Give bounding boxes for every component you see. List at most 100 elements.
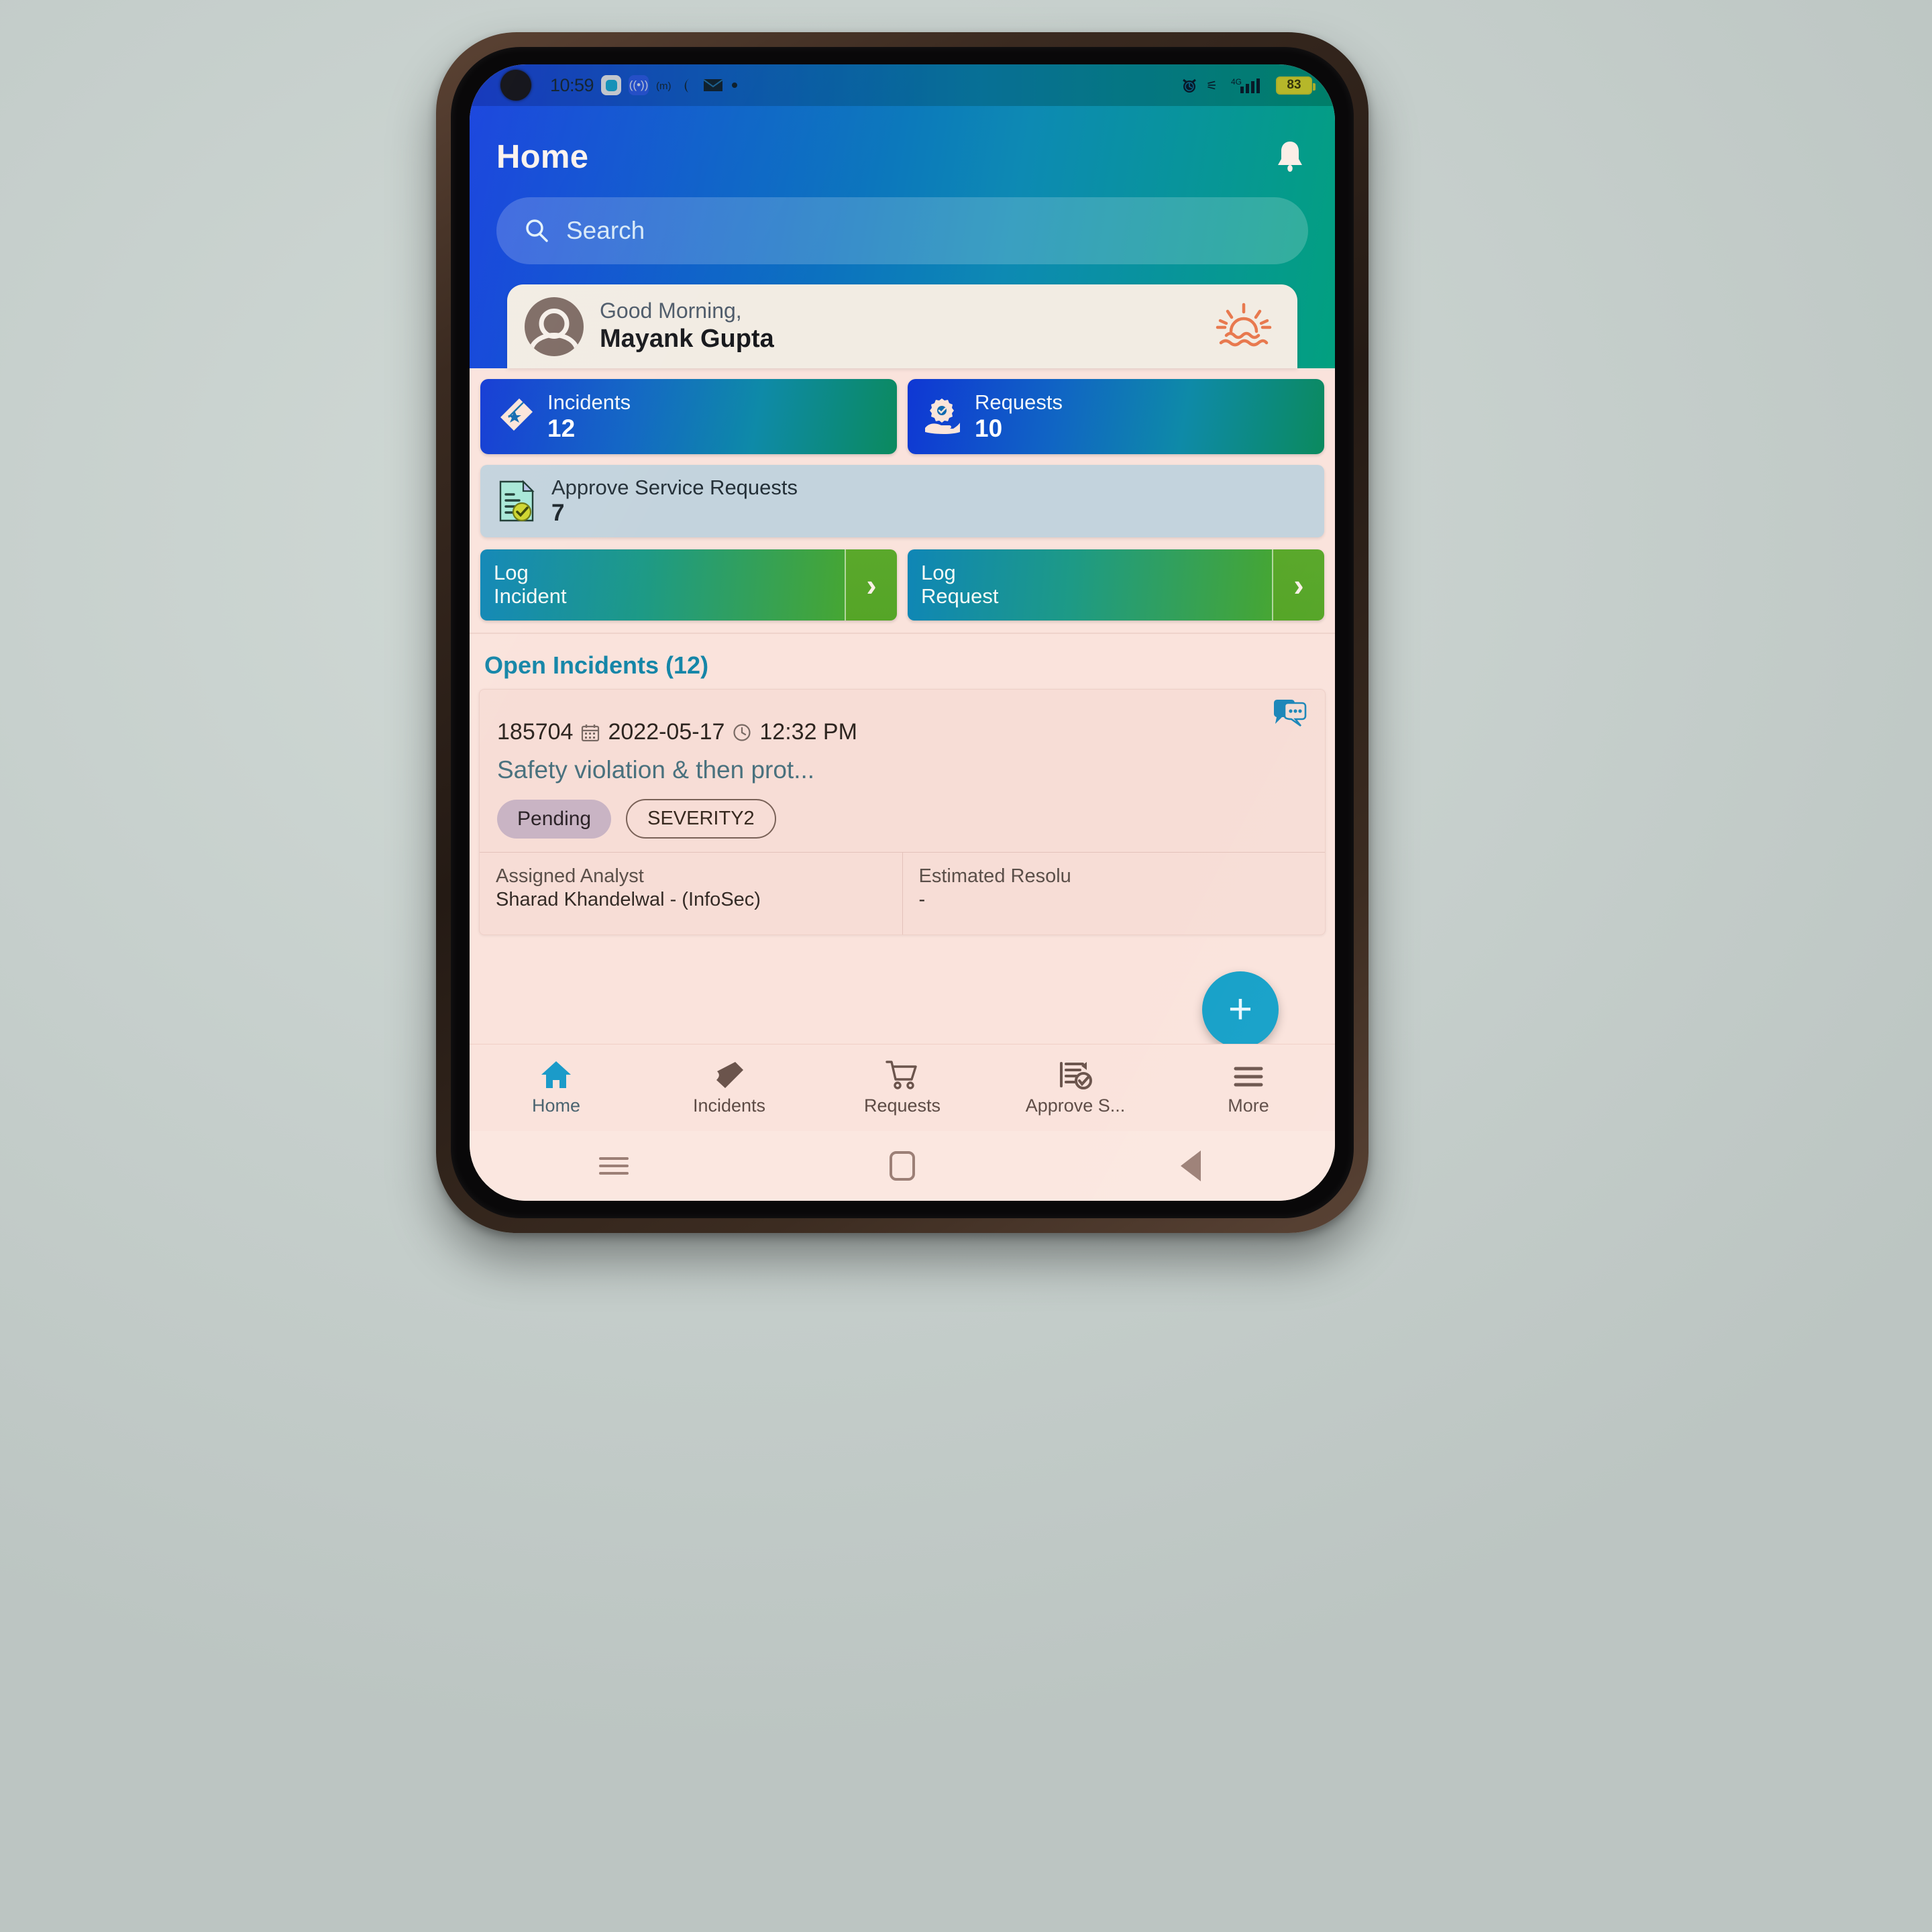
nav-item-home[interactable]: Home bbox=[470, 1059, 643, 1116]
user-avatar-icon bbox=[525, 297, 584, 356]
battery-icon: 83 bbox=[1276, 76, 1316, 95]
search-icon bbox=[526, 219, 548, 242]
nav-label: Incidents bbox=[692, 1095, 766, 1116]
log-incident-line2: Incident bbox=[494, 584, 567, 608]
nav-label: Approve S... bbox=[1025, 1095, 1126, 1116]
incident-chips: Pending SEVERITY2 bbox=[497, 799, 1307, 839]
home-square-icon bbox=[890, 1151, 915, 1181]
camera-punch-hole-icon bbox=[500, 70, 531, 101]
sim-icon: (m) bbox=[656, 77, 674, 93]
phone-screen: 10:59 ((•)) (m) ⚟ 4G 83 Home Search Good… bbox=[470, 64, 1335, 1201]
signal-icon: 4G bbox=[1231, 76, 1269, 95]
greeting-card[interactable]: Good Morning, Mayank Gupta bbox=[507, 284, 1297, 368]
sunrise-icon bbox=[1213, 301, 1275, 353]
incident-date: 2022-05-17 bbox=[608, 719, 725, 745]
chevron-right-icon[interactable]: › bbox=[845, 549, 897, 621]
notification-bell-icon[interactable] bbox=[1272, 138, 1308, 176]
quick-actions-section: Incidents 12 Requests 10 Approve Service… bbox=[470, 368, 1335, 634]
stat-value: 12 bbox=[547, 414, 576, 442]
checklist-icon bbox=[1059, 1059, 1092, 1090]
incident-detail-analyst: Assigned Analyst Sharad Khandelwal - (In… bbox=[480, 853, 902, 934]
status-badge: Pending bbox=[497, 799, 612, 839]
nav-label: Requests bbox=[863, 1095, 941, 1116]
shopping-cart-icon bbox=[885, 1059, 920, 1090]
chat-bubble-icon[interactable] bbox=[1271, 699, 1307, 730]
hamburger-menu-icon bbox=[1232, 1059, 1265, 1090]
add-fab-button[interactable]: + bbox=[1202, 971, 1279, 1048]
greeting-text: Good Morning, Mayank Gupta bbox=[600, 299, 1197, 354]
app-body: Incidents 12 Requests 10 Approve Service… bbox=[470, 368, 1335, 935]
plus-icon: + bbox=[1228, 986, 1253, 1033]
alarm-icon bbox=[1180, 76, 1199, 95]
android-back-button[interactable] bbox=[1046, 1150, 1335, 1181]
ticket-icon bbox=[500, 398, 533, 431]
stat-tile-row: Incidents 12 Requests 10 bbox=[480, 379, 1324, 454]
chevron-right-icon[interactable]: › bbox=[1272, 549, 1324, 621]
gear-in-hand-icon bbox=[925, 398, 960, 434]
approve-label: Approve Service Requests bbox=[551, 476, 798, 500]
log-request-line1: Log bbox=[921, 561, 956, 585]
android-recents-button[interactable] bbox=[470, 1152, 758, 1179]
svg-text:(m): (m) bbox=[656, 80, 672, 92]
app-badge-icon bbox=[601, 75, 622, 95]
incident-meta: 185704 2022-05-17 12:32 PM bbox=[497, 719, 1307, 745]
incident-id: 185704 bbox=[497, 719, 574, 745]
recents-icon bbox=[599, 1152, 629, 1179]
page-title: Home bbox=[496, 139, 589, 175]
log-request-line2: Request bbox=[921, 584, 999, 608]
nav-item-incidents[interactable]: Incidents bbox=[643, 1059, 816, 1116]
search-placeholder: Search bbox=[566, 217, 645, 244]
log-incident-button[interactable]: Log Incident › bbox=[480, 549, 897, 621]
log-incident-line1: Log bbox=[494, 561, 529, 585]
vibrate-mode-icon: ⚟ bbox=[1206, 76, 1224, 95]
detail-label: Assigned Analyst bbox=[496, 865, 644, 887]
approve-service-requests-card[interactable]: Approve Service Requests 7 bbox=[480, 465, 1324, 537]
approve-value: 7 bbox=[551, 499, 565, 526]
incident-card-top: 185704 2022-05-17 12:32 PM Safety violat bbox=[480, 690, 1325, 852]
nav-label: Home bbox=[531, 1095, 581, 1116]
detail-value: Sharad Khandelwal - (InfoSec) bbox=[496, 889, 761, 911]
nav-item-requests[interactable]: Requests bbox=[816, 1059, 989, 1116]
log-request-button[interactable]: Log Request › bbox=[908, 549, 1324, 621]
stat-tile-incidents[interactable]: Incidents 12 bbox=[480, 379, 897, 454]
svg-text:⚟: ⚟ bbox=[1206, 79, 1218, 93]
calendar-icon bbox=[582, 724, 600, 741]
document-check-icon bbox=[499, 480, 535, 522]
status-bar: 10:59 ((•)) (m) ⚟ 4G 83 bbox=[470, 64, 1335, 106]
bottom-navigation: Home Incidents Requests Approve S... Mor… bbox=[470, 1044, 1335, 1131]
open-incidents-title: Open Incidents (12) bbox=[484, 651, 709, 679]
dot-icon bbox=[731, 81, 739, 89]
detail-label: Estimated Resolu bbox=[918, 865, 1071, 887]
stat-label: Incidents bbox=[547, 390, 631, 414]
home-icon bbox=[540, 1059, 572, 1090]
greeting-user-name: Mayank Gupta bbox=[600, 324, 774, 353]
android-navigation-bar bbox=[470, 1131, 1335, 1201]
svg-text:4G: 4G bbox=[1231, 77, 1242, 87]
header-row: Home bbox=[496, 126, 1308, 188]
hotspot-icon: ((•)) bbox=[629, 75, 649, 95]
mail-icon bbox=[703, 78, 723, 93]
stat-tile-requests[interactable]: Requests 10 bbox=[908, 379, 1324, 454]
log-request-main: Log Request bbox=[908, 549, 1272, 621]
detail-value: - bbox=[918, 889, 926, 911]
android-home-button[interactable] bbox=[758, 1151, 1046, 1181]
vibrate-icon bbox=[681, 76, 696, 94]
search-input[interactable]: Search bbox=[496, 197, 1308, 264]
ticket-icon bbox=[713, 1059, 745, 1090]
log-incident-main: Log Incident bbox=[480, 549, 845, 621]
severity-badge: SEVERITY2 bbox=[626, 799, 776, 839]
greeting-salutation: Good Morning, bbox=[600, 299, 742, 323]
app-header: Home Search Good Morning, Mayank Gupta bbox=[470, 106, 1335, 368]
incident-card[interactable]: 185704 2022-05-17 12:32 PM Safety violat bbox=[479, 689, 1326, 935]
incident-details-row: Assigned Analyst Sharad Khandelwal - (In… bbox=[480, 853, 1325, 934]
log-button-row: Log Incident › Log Request › bbox=[480, 549, 1324, 621]
stat-label: Requests bbox=[975, 390, 1063, 414]
status-bar-time: 10:59 bbox=[550, 74, 594, 95]
incident-time: 12:32 PM bbox=[759, 719, 857, 745]
incident-title: Safety violation & then prot... bbox=[497, 756, 815, 784]
stat-value: 10 bbox=[975, 414, 1003, 442]
nav-item-approve-service-requests[interactable]: Approve S... bbox=[989, 1059, 1162, 1116]
back-triangle-icon bbox=[1181, 1150, 1201, 1181]
nav-label: More bbox=[1228, 1095, 1269, 1116]
nav-item-more[interactable]: More bbox=[1162, 1059, 1335, 1116]
